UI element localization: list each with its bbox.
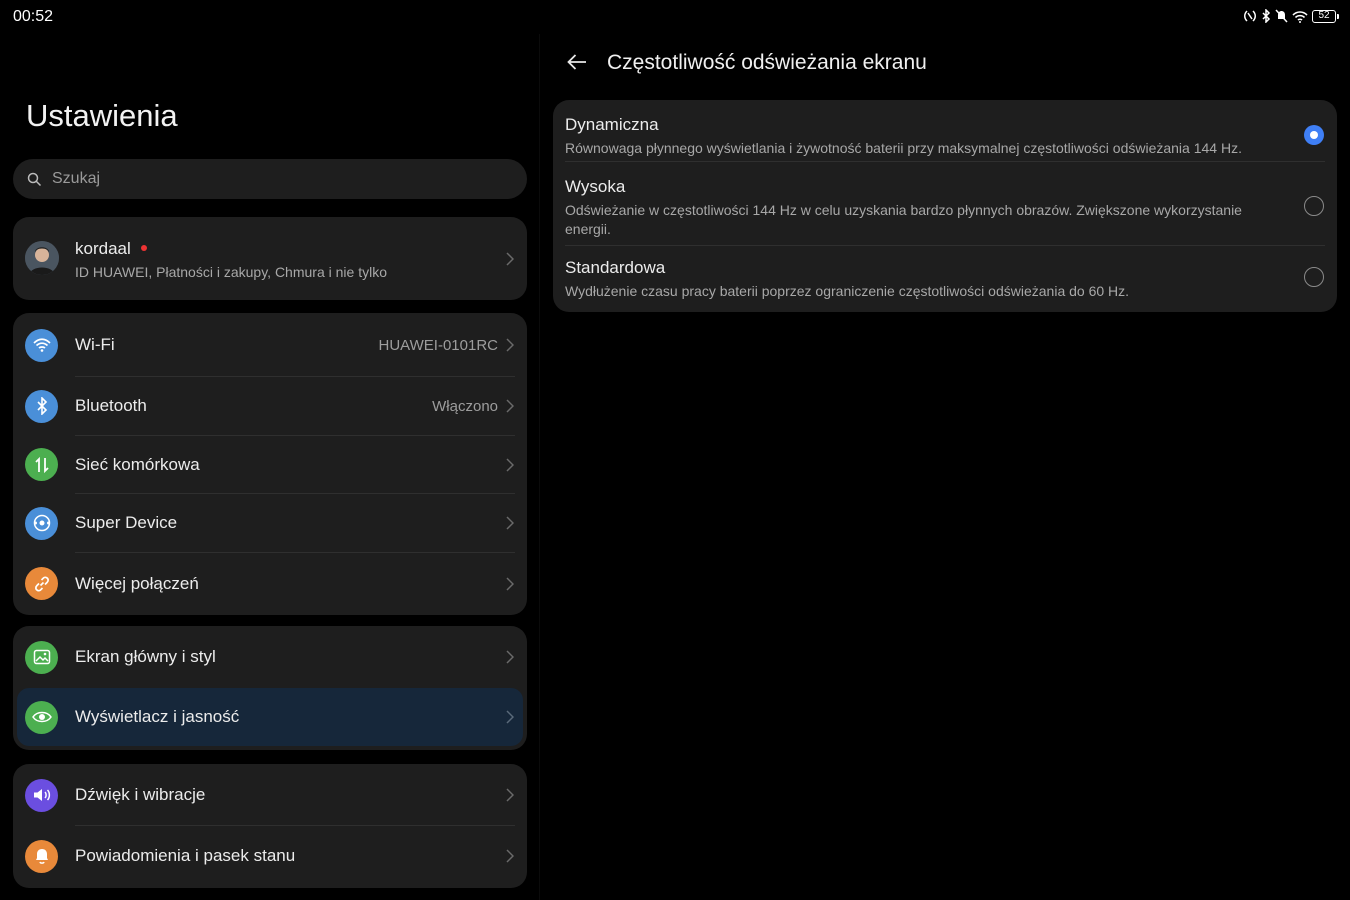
sidebar-item-bluetooth[interactable]: Bluetooth Włączono — [13, 377, 527, 436]
wifi-icon — [25, 328, 58, 362]
option-high[interactable]: Wysoka Odświeżanie w częstotliwości 144 … — [553, 162, 1337, 246]
speaker-icon — [25, 778, 58, 812]
detail-panel: Częstotliwość odświeżania ekranu Dynamic… — [540, 0, 1350, 900]
radio-selected[interactable] — [1304, 125, 1324, 145]
radio-unselected[interactable] — [1304, 267, 1324, 287]
chevron-right-icon — [506, 849, 514, 863]
option-title: Standardowa — [565, 258, 666, 277]
sidebar-item-label: Dźwięk i wibracje — [75, 785, 206, 804]
refresh-rate-options: Dynamiczna Równowaga płynnego wyświetlan… — [553, 100, 1337, 312]
network-card: Wi-Fi HUAWEI-0101RC Bluetooth Włączono S… — [13, 313, 527, 615]
detail-title: Częstotliwość odświeżania ekranu — [607, 51, 927, 74]
chevron-right-icon — [506, 576, 514, 591]
sound-card: Dźwięk i wibracje Powiadomienia i pasek … — [13, 764, 527, 888]
back-arrow-icon[interactable] — [566, 51, 588, 73]
link-icon — [25, 567, 58, 600]
sidebar-item-more-connections[interactable]: Więcej połączeń — [13, 553, 527, 615]
option-description: Równowaga płynnego wyświetlania i żywotn… — [565, 140, 1242, 156]
option-title: Dynamiczna — [565, 115, 659, 134]
sidebar-item-wifi[interactable]: Wi-Fi HUAWEI-0101RC — [13, 313, 527, 377]
bluetooth-status: Włączono — [432, 397, 498, 415]
sidebar-item-home-screen[interactable]: Ekran główny i styl — [13, 626, 527, 688]
sidebar-item-label: Ekran główny i styl — [75, 647, 216, 666]
chevron-right-icon — [506, 710, 514, 724]
sidebar-item-label: Sieć komórkowa — [75, 454, 200, 474]
option-dynamic[interactable]: Dynamiczna Równowaga płynnego wyświetlan… — [553, 100, 1337, 162]
sidebar-item-label: Wyświetlacz i jasność — [75, 707, 240, 726]
option-description: Odświeżanie w częstotliwości 144 Hz w ce… — [565, 202, 1242, 237]
sidebar-item-sound[interactable]: Dźwięk i wibracje — [13, 764, 527, 826]
sidebar-item-display-brightness[interactable]: Wyświetlacz i jasność — [17, 688, 523, 746]
search-icon — [27, 172, 42, 186]
sidebar-item-super-device[interactable]: Super Device — [13, 494, 527, 553]
chevron-right-icon — [506, 252, 514, 266]
chevron-right-icon — [506, 338, 514, 352]
option-title: Wysoka — [565, 177, 626, 196]
super-device-icon — [25, 506, 58, 540]
mobile-data-icon — [25, 448, 58, 482]
sidebar-item-notifications[interactable]: Powiadomienia i pasek stanu — [13, 826, 527, 886]
search-input[interactable] — [50, 169, 494, 189]
search-bar[interactable] — [13, 159, 527, 199]
sidebar-item-label: Bluetooth — [75, 396, 147, 416]
chevron-right-icon — [506, 458, 514, 472]
sidebar-item-label: Wi-Fi — [75, 335, 115, 354]
account-subtitle: ID HUAWEI, Płatności i zakupy, Chmura i … — [75, 264, 387, 280]
chevron-right-icon — [506, 788, 514, 802]
option-description: Wydłużenie czasu pracy baterii poprzez o… — [565, 283, 1130, 299]
option-standard[interactable]: Standardowa Wydłużenie czasu pracy bater… — [553, 246, 1337, 312]
settings-panel: Ustawienia kordaal ID HUAWEI, Płatności … — [0, 0, 540, 900]
image-icon — [25, 640, 58, 674]
chevron-right-icon — [506, 399, 514, 413]
account-card[interactable]: kordaal ID HUAWEI, Płatności i zakupy, C… — [13, 217, 527, 300]
wifi-network-name: HUAWEI-0101RC — [378, 336, 498, 354]
bell-icon — [25, 839, 58, 873]
page-title: Ustawienia — [26, 98, 178, 133]
eye-icon — [25, 700, 58, 734]
sidebar-item-label: Super Device — [75, 513, 178, 533]
notification-dot — [140, 244, 147, 251]
sidebar-item-label: Powiadomienia i pasek stanu — [75, 846, 296, 865]
sidebar-item-mobile-network[interactable]: Sieć komórkowa — [13, 436, 527, 494]
sidebar-item-label: Więcej połączeń — [75, 573, 199, 593]
account-name: kordaal — [75, 239, 147, 259]
radio-unselected[interactable] — [1304, 196, 1324, 216]
display-card: Ekran główny i styl Wyświetlacz i jasnoś… — [13, 626, 527, 750]
bluetooth-icon — [25, 389, 58, 423]
chevron-right-icon — [506, 516, 514, 530]
avatar — [25, 241, 59, 275]
chevron-right-icon — [506, 650, 514, 664]
